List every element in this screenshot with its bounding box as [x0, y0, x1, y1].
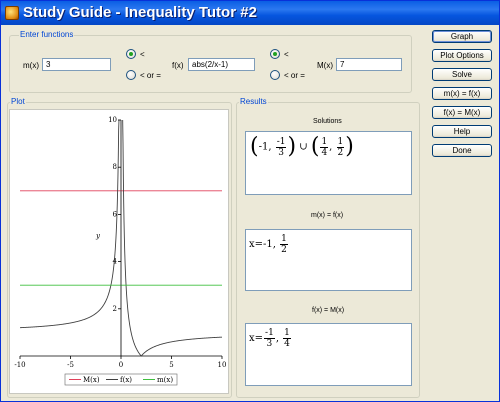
y-tick-label: 4	[113, 258, 118, 266]
solve-button[interactable]: Solve	[432, 68, 492, 81]
union-symbol: ∪	[299, 141, 308, 153]
M-label: M(x)	[317, 61, 333, 70]
sol-a2-fraction: 14	[320, 136, 329, 158]
plot-area[interactable]: -10 -5 0 5 10 2 4 6 8 10 y M(x) f(x) m(x)	[9, 109, 229, 394]
x-tick-label: 0	[119, 361, 123, 369]
sol-a1: -1	[258, 141, 269, 153]
x-tick-label: 5	[169, 361, 173, 369]
right-le-label[interactable]: < or =	[284, 71, 305, 80]
solutions-expression: (-1, -1 3) ∪ (1 4, 1 2)	[250, 134, 354, 159]
fM-v1-fraction: -1 3	[264, 328, 275, 349]
plot-axes	[20, 120, 222, 357]
f-input[interactable]: abs(2/x-1)	[188, 58, 255, 71]
m-eq-f-expression: x=-1, 12	[249, 234, 288, 255]
left-le-radio[interactable]	[126, 70, 136, 80]
plot-canvas: -10 -5 0 5 10 2 4 6 8 10 y M(x) f(x) m(x)	[14, 116, 226, 386]
solutions-title: Solutions	[313, 118, 342, 125]
f-eq-M-title: f(x) = M(x)	[312, 307, 345, 314]
right-lt-radio[interactable]	[270, 49, 280, 59]
enter-functions-label: Enter functions	[19, 30, 75, 39]
plot-options-button[interactable]: Plot Options	[432, 49, 492, 62]
fM-v2-fraction: 14	[283, 328, 291, 349]
window-title: Study Guide - Inequality Tutor #2	[23, 4, 257, 21]
left-lt-label[interactable]: <	[140, 50, 145, 59]
m-eq-f-box[interactable]: x=-1, 12	[245, 229, 412, 291]
x-tick-label: -5	[67, 361, 74, 369]
y-axis-label: y	[95, 232, 101, 240]
legend-label: f(x)	[120, 376, 132, 384]
plot-group-label: Plot	[10, 97, 26, 106]
sol-b2-fraction: 12	[336, 136, 345, 158]
solutions-box[interactable]: (-1, -1 3) ∪ (1 4, 1 2)	[245, 131, 412, 195]
y-tick-label: 2	[113, 305, 117, 313]
m-eq-f-title: m(x) = f(x)	[311, 212, 344, 219]
x-tick-label: -10	[14, 361, 25, 369]
legend-label: M(x)	[83, 376, 100, 384]
m-input[interactable]: 3	[42, 58, 111, 71]
f-eq-M-expression: x= -1 3, 14	[249, 328, 291, 349]
done-button[interactable]: Done	[432, 144, 492, 157]
plot-ticks: -10 -5 0 5 10 2 4 6 8 10	[14, 116, 226, 369]
m-label: m(x)	[23, 61, 39, 70]
app-window: Study Guide - Inequality Tutor #2 Enter …	[0, 0, 500, 402]
right-lt-label[interactable]: <	[284, 50, 289, 59]
f-label: f(x)	[172, 61, 184, 70]
f-eq-M-box[interactable]: x= -1 3, 14	[245, 323, 412, 386]
m-eq-f-button[interactable]: m(x) = f(x)	[432, 87, 492, 100]
legend-label: m(x)	[157, 376, 173, 384]
x-tick-label: 10	[218, 361, 227, 369]
plot-legend: M(x) f(x) m(x)	[64, 373, 178, 386]
mf-v2-fraction: 12	[280, 234, 288, 255]
app-icon	[5, 6, 19, 20]
y-tick-label: 8	[113, 163, 117, 171]
left-lt-radio[interactable]	[126, 49, 136, 59]
right-le-radio[interactable]	[270, 70, 280, 80]
help-button[interactable]: Help	[432, 125, 492, 138]
sol-b1-fraction: -1 3	[275, 136, 287, 158]
left-le-label[interactable]: < or =	[140, 71, 161, 80]
results-group-label: Results	[239, 97, 268, 106]
y-tick-label: 6	[113, 210, 118, 218]
graph-button[interactable]: Graph	[432, 30, 492, 43]
f-eq-M-button[interactable]: f(x) = M(x)	[432, 106, 492, 119]
M-input[interactable]: 7	[336, 58, 402, 71]
title-bar[interactable]: Study Guide - Inequality Tutor #2	[1, 1, 499, 25]
y-tick-label: 10	[108, 116, 117, 124]
